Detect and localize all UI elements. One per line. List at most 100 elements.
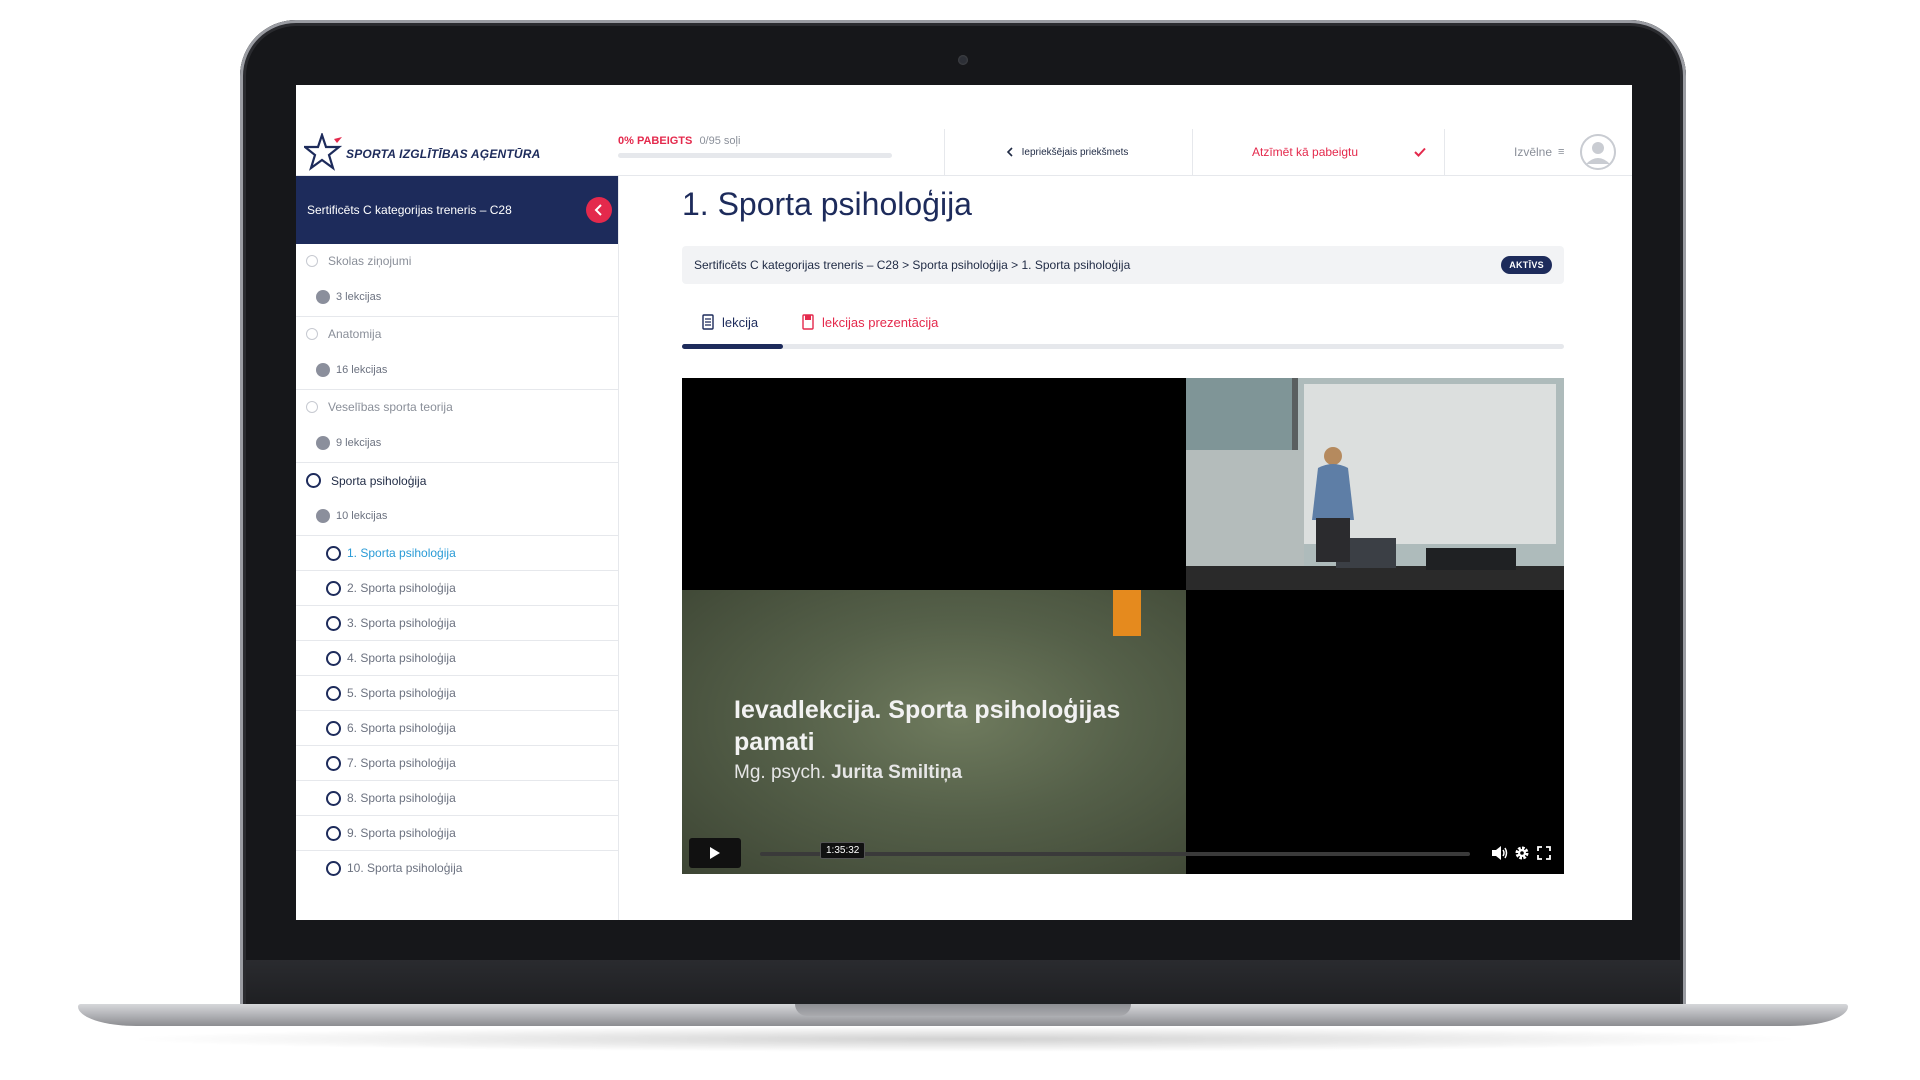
- presentation-icon: [802, 314, 814, 330]
- status-circle-icon: [326, 720, 341, 736]
- fullscreen-button[interactable]: [1534, 843, 1554, 863]
- progress-percent: 0% PABEIGTS: [618, 135, 693, 147]
- main-content: 1. Sporta psiholoģija Sertificēts C kate…: [618, 176, 1632, 920]
- brand-name: SPORTA IZGLĪTĪBAS AĢENTŪRA: [346, 147, 541, 161]
- lesson-item[interactable]: 3. Sporta psiholoģija: [296, 606, 618, 641]
- video-player[interactable]: Ievadlekcija. Sporta psiholoģijas pamati…: [682, 378, 1564, 874]
- lesson-count-dot: [316, 363, 330, 377]
- volume-button[interactable]: [1490, 843, 1510, 863]
- chevron-left-icon: [594, 204, 602, 216]
- status-circle-icon: [326, 860, 341, 876]
- lesson-label: 2. Sporta psiholoģija: [347, 581, 456, 595]
- status-circle-icon: [306, 255, 318, 267]
- hamburger-icon: ≡: [1558, 146, 1565, 158]
- lesson-item[interactable]: 1. Sporta psiholoģija: [296, 536, 618, 571]
- status-circle-icon: [326, 650, 341, 666]
- lesson-label: 10. Sporta psiholoģija: [347, 861, 463, 875]
- status-circle-icon: [326, 580, 341, 596]
- status-circle-icon: [306, 401, 318, 413]
- section-lesson-count: 10 lekcijas: [336, 510, 388, 522]
- status-circle-icon: [326, 790, 341, 806]
- menu-button[interactable]: Izvēlne ≡: [1514, 129, 1632, 175]
- tabs-underline-track: [682, 344, 1564, 349]
- page-title: 1. Sporta psiholoģija: [682, 186, 972, 222]
- checkmark-icon: [1414, 147, 1426, 157]
- lesson-label: 8. Sporta psiholoģija: [347, 791, 456, 805]
- lesson-item[interactable]: 9. Sporta psiholoģija: [296, 816, 618, 851]
- lesson-count-dot: [316, 509, 330, 523]
- lesson-item[interactable]: 2. Sporta psiholoģija: [296, 571, 618, 606]
- section-lesson-count: 3 lekcijas: [336, 291, 382, 303]
- camera: [958, 55, 968, 65]
- settings-icon: [1515, 846, 1529, 860]
- status-circle-icon: [326, 615, 341, 631]
- lesson-label: 3. Sporta psiholoģija: [347, 616, 456, 630]
- duration-tooltip: 1:35:32: [820, 842, 866, 859]
- tab-lecture[interactable]: lekcija: [702, 304, 758, 340]
- status-circle-icon: [306, 473, 321, 488]
- tab-presentation[interactable]: lekcijas prezentācija: [802, 304, 938, 340]
- menu-label: Izvēlne: [1514, 145, 1553, 159]
- screen: SPORTA IZGLĪTĪBAS AĢENTŪRA 0% PABEIGTS 0…: [296, 85, 1632, 920]
- chevron-left-icon: [1006, 147, 1013, 157]
- section-sporta-psihologija[interactable]: Sporta psiholoģija 10 lekcijas: [296, 463, 618, 536]
- section-title: Anatomija: [328, 327, 382, 341]
- lesson-label: 7. Sporta psiholoģija: [347, 756, 456, 770]
- brand-logo[interactable]: SPORTA IZGLĪTĪBAS AĢENTŪRA: [301, 131, 544, 171]
- course-sidebar: Sertificēts C kategorijas treneris – C28…: [296, 176, 619, 920]
- status-badge: AKTĪVS: [1501, 256, 1552, 274]
- content-tabs: lekcija lekcijas prezentācija: [682, 304, 1564, 349]
- lesson-label: 5. Sporta psiholoģija: [347, 686, 456, 700]
- section-lesson-count: 16 lekcijas: [336, 364, 388, 376]
- lecturer-camera-feed: [1186, 378, 1564, 590]
- tabs-active-indicator: [682, 344, 783, 349]
- document-icon: [702, 314, 714, 330]
- breadcrumb: Sertificēts C kategorijas treneris – C28…: [682, 246, 1564, 284]
- star-logo-icon: [301, 131, 343, 171]
- top-bar: SPORTA IZGLĪTĪBAS AĢENTŪRA 0% PABEIGTS 0…: [296, 129, 1632, 176]
- status-circle-icon: [306, 328, 318, 340]
- section-veselibas-sporta-teorija[interactable]: Veselības sporta teorija 9 lekcijas: [296, 390, 618, 463]
- lesson-item[interactable]: 5. Sporta psiholoģija: [296, 676, 618, 711]
- settings-button[interactable]: [1512, 843, 1532, 863]
- lesson-item[interactable]: 6. Sporta psiholoģija: [296, 711, 618, 746]
- tab-lecture-label: lekcija: [722, 314, 759, 330]
- progress-bar: [618, 153, 892, 158]
- lesson-item[interactable]: 8. Sporta psiholoģija: [296, 781, 618, 816]
- section-anatomija[interactable]: Anatomija 16 lekcijas: [296, 317, 618, 390]
- lesson-item[interactable]: 4. Sporta psiholoģija: [296, 641, 618, 676]
- mark-complete-button[interactable]: Atzīmēt kā pabeigtu: [1194, 129, 1444, 175]
- video-controls: 1:35:32: [682, 834, 1564, 874]
- lesson-count-dot: [316, 436, 330, 450]
- play-icon: [710, 847, 720, 859]
- slide-accent: [1113, 590, 1141, 636]
- user-avatar[interactable]: [1580, 134, 1617, 170]
- divider: [1444, 129, 1445, 175]
- lesson-item[interactable]: 10. Sporta psiholoģija: [296, 851, 618, 885]
- divider: [1192, 129, 1193, 175]
- volume-icon: [1492, 846, 1508, 860]
- lesson-label: 9. Sporta psiholoģija: [347, 826, 456, 840]
- tab-presentation-label: lekcijas prezentācija: [822, 314, 939, 330]
- section-lesson-count: 9 lekcijas: [336, 437, 382, 449]
- video-scrubber[interactable]: 1:35:32: [760, 842, 1470, 859]
- course-progress: 0% PABEIGTS 0/95 soļi: [618, 135, 898, 158]
- laptop-chin: [246, 960, 1680, 1010]
- lesson-count-dot: [316, 290, 330, 304]
- lesson-label: 6. Sporta psiholoģija: [347, 721, 456, 735]
- progress-steps: 0/95 soļi: [699, 135, 741, 147]
- collapse-sidebar-button[interactable]: [586, 197, 612, 223]
- course-header: Sertificēts C kategorijas treneris – C28: [296, 176, 618, 244]
- breadcrumb-text[interactable]: Sertificēts C kategorijas treneris – C28…: [694, 258, 1501, 272]
- lesson-item[interactable]: 7. Sporta psiholoģija: [296, 746, 618, 781]
- mark-complete-label: Atzīmēt kā pabeigtu: [1252, 145, 1359, 159]
- section-skolas-zinojumi[interactable]: Skolas ziņojumi 3 lekcijas: [296, 244, 618, 317]
- previous-item-label: Iepriekšējais priekšmets: [1021, 146, 1129, 158]
- presentation-slide: Ievadlekcija. Sporta psiholoģijas pamati…: [682, 590, 1186, 874]
- previous-item-button[interactable]: Iepriekšējais priekšmets: [944, 129, 1190, 175]
- user-icon: [1580, 134, 1617, 170]
- play-button[interactable]: [689, 838, 741, 868]
- section-title: Skolas ziņojumi: [328, 254, 412, 268]
- slide-author: Mg. psych. Jurita Smiltiņa: [734, 762, 963, 783]
- status-circle-icon: [326, 685, 341, 701]
